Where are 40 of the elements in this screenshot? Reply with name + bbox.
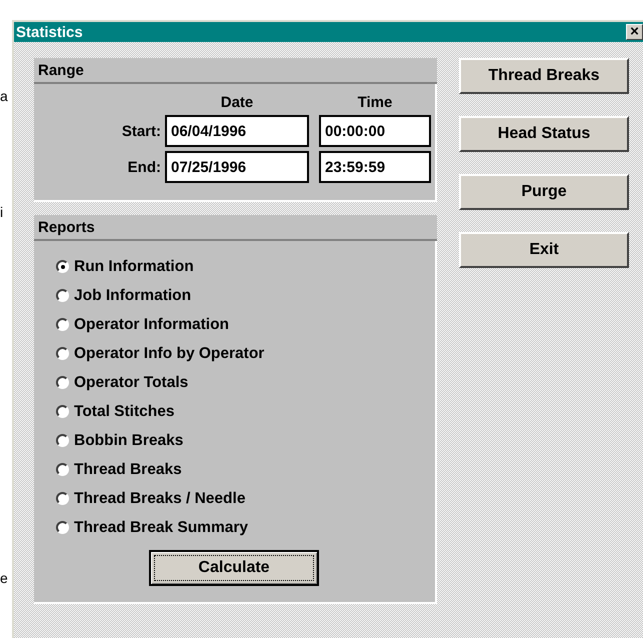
option-label: Bobbin Breaks bbox=[74, 432, 184, 450]
radio-button[interactable] bbox=[56, 289, 69, 302]
time-field[interactable]: 00:00:00 bbox=[319, 115, 431, 147]
action-button[interactable]: Head Status bbox=[459, 116, 629, 152]
radio-button[interactable] bbox=[56, 347, 69, 360]
field-label: Start: bbox=[120, 122, 161, 140]
background-text: i bbox=[0, 204, 4, 220]
radio-button[interactable] bbox=[56, 492, 69, 505]
field-label: End: bbox=[126, 158, 161, 176]
close-button[interactable]: × bbox=[626, 24, 643, 40]
radio-button[interactable] bbox=[56, 405, 69, 418]
time-field[interactable]: 23:59:59 bbox=[319, 151, 431, 183]
window-title: Statistics bbox=[16, 24, 83, 40]
radio-button[interactable] bbox=[56, 434, 69, 447]
option-label: Thread Breaks bbox=[74, 460, 182, 478]
column-header: Time bbox=[356, 95, 394, 111]
option-label: Operator Information bbox=[74, 316, 230, 334]
action-button[interactable]: Thread Breaks bbox=[459, 58, 629, 94]
calculate-button[interactable]: Calculate bbox=[149, 550, 319, 586]
radio-button[interactable] bbox=[56, 521, 69, 534]
background-text: e bbox=[0, 570, 8, 586]
radio-button[interactable] bbox=[56, 463, 69, 476]
group-title: Range bbox=[38, 62, 84, 78]
option-label: Job Information bbox=[74, 286, 192, 304]
column-header: Date bbox=[220, 95, 254, 111]
group-title: Reports bbox=[38, 218, 95, 236]
option-label: Thread Breaks / Needle bbox=[74, 490, 246, 508]
option-label: Total Stitches bbox=[74, 402, 174, 420]
radio-button[interactable] bbox=[56, 376, 69, 389]
action-button[interactable]: Purge bbox=[459, 174, 629, 210]
option-label: Run Information bbox=[74, 258, 194, 276]
radio-button[interactable] bbox=[56, 318, 69, 331]
option-label: Operator Info by Operator bbox=[74, 344, 264, 362]
background-text: a bbox=[0, 88, 8, 104]
action-button[interactable]: Exit bbox=[459, 232, 629, 268]
option-label: Thread Break Summary bbox=[74, 518, 248, 536]
date-field[interactable]: 07/25/1996 bbox=[165, 151, 309, 183]
option-label: Operator Totals bbox=[74, 374, 188, 392]
radio-button[interactable] bbox=[56, 260, 69, 273]
date-field[interactable]: 06/04/1996 bbox=[165, 115, 309, 147]
